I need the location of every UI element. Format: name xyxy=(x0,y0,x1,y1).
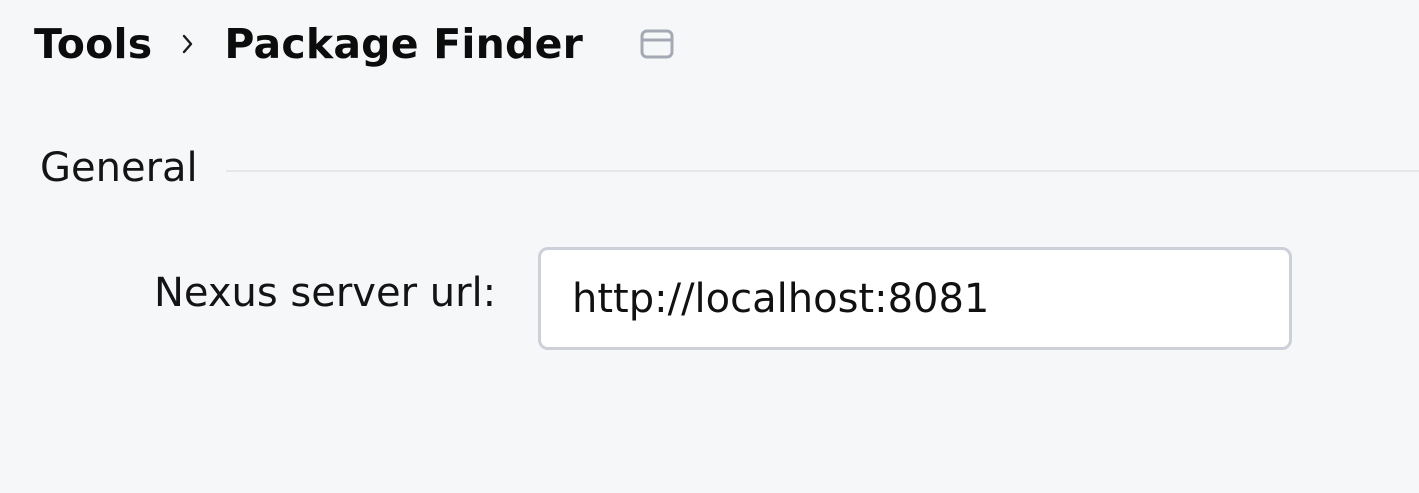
section-divider xyxy=(225,170,1419,172)
breadcrumb: Tools Package Finder xyxy=(34,14,675,74)
chevron-right-icon xyxy=(152,24,224,64)
nexus-server-url-label: Nexus server url: xyxy=(154,270,497,316)
breadcrumb-item-tools[interactable]: Tools xyxy=(34,20,152,68)
page-title: Package Finder xyxy=(224,20,584,68)
general-section-header: General xyxy=(40,140,1419,196)
nexus-server-url-input[interactable] xyxy=(538,247,1292,350)
section-title: General xyxy=(40,145,198,191)
window-icon[interactable] xyxy=(639,26,675,62)
